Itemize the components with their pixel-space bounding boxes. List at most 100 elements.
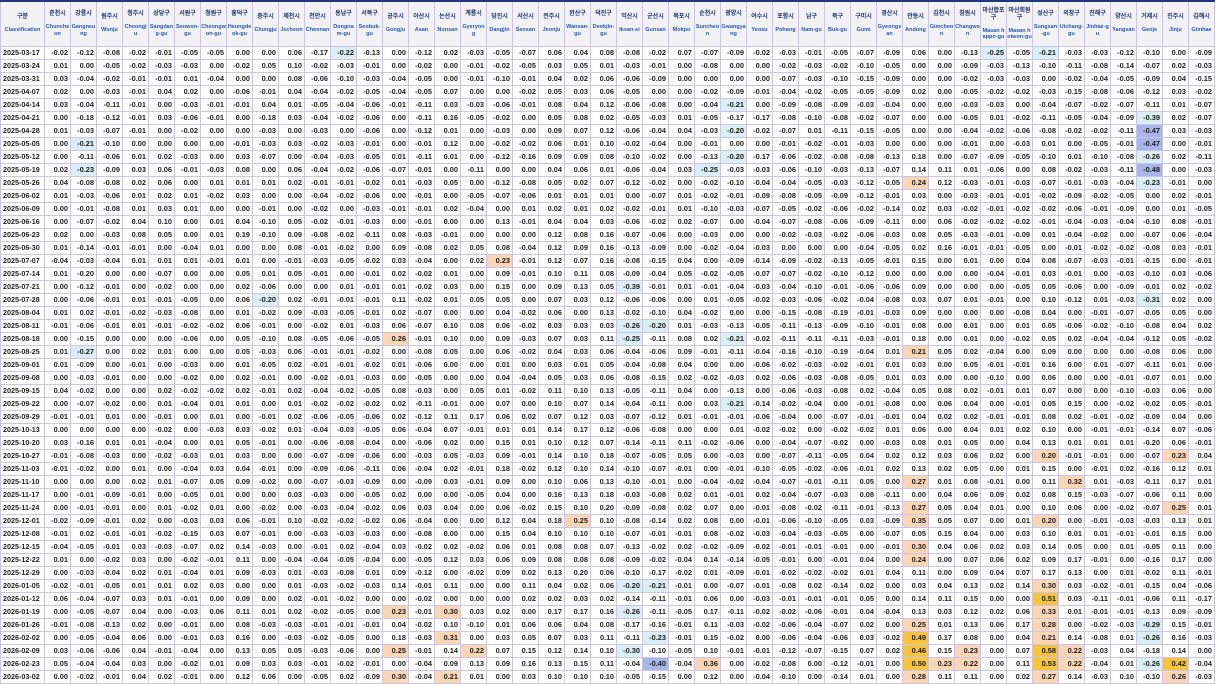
value-cell: -0.03	[304, 501, 331, 515]
row-date: 2026-01-12	[0, 592, 45, 606]
column-header-korean: 아산시	[413, 14, 430, 21]
value-cell: -0.05	[876, 176, 903, 190]
value-cell: 0.08	[590, 46, 617, 60]
value-cell: 0.07	[590, 176, 617, 190]
value-cell: -0.02	[798, 150, 825, 164]
value-cell: 0.01	[174, 254, 201, 268]
value-cell: -0.16	[1136, 553, 1163, 567]
value-cell: 0.00	[1058, 462, 1085, 476]
value-cell: 0.00	[226, 579, 253, 593]
column-header-korean: 계룡시	[465, 11, 482, 17]
value-cell: -0.09	[876, 72, 903, 86]
value-cell: 0.02	[668, 488, 695, 502]
value-cell: 0.00	[252, 592, 279, 606]
value-cell: -0.15	[850, 72, 877, 86]
value-cell: -0.12	[1110, 46, 1137, 60]
value-cell: 0.00	[980, 280, 1007, 294]
value-cell: -0.26	[1136, 657, 1163, 671]
value-cell: -0.02	[954, 215, 981, 229]
value-cell: 0.01	[980, 501, 1007, 515]
value-cell: 0.00	[668, 137, 695, 151]
column-header-english: Seowon-gu	[176, 24, 199, 37]
value-cell: -0.09	[980, 150, 1007, 164]
value-cell: 0.00	[460, 215, 487, 229]
value-cell: -0.02	[44, 514, 71, 528]
column-header-english: Yeosu	[751, 27, 768, 34]
value-cell: 0.00	[902, 124, 929, 138]
value-cell: -0.01	[850, 501, 877, 515]
value-cell: 0.02	[876, 449, 903, 463]
value-cell: 0.00	[252, 488, 279, 502]
value-cell: 0.00	[122, 423, 149, 437]
value-cell: -0.04	[642, 124, 669, 138]
value-cell: 0.01	[928, 618, 955, 632]
value-cell: -0.04	[1058, 228, 1085, 242]
value-cell: 0.21	[902, 345, 929, 359]
value-cell: 0.12	[226, 670, 253, 684]
value-cell: 0.02	[174, 579, 201, 593]
value-cell: 0.00	[746, 306, 773, 320]
value-cell: -0.02	[512, 462, 539, 476]
value-cell: -0.08	[1110, 150, 1137, 164]
value-cell: 0.00	[902, 137, 929, 151]
value-cell: -0.05	[356, 85, 383, 99]
value-cell: 0.00	[122, 397, 149, 411]
column-header-korean: 마산회원구	[1008, 7, 1031, 21]
value-cell: -0.01	[850, 306, 877, 320]
value-cell: -0.06	[720, 436, 747, 450]
value-cell: -0.08	[824, 384, 851, 398]
value-cell: -0.14	[1110, 59, 1137, 73]
value-cell: -0.08	[96, 46, 123, 60]
value-cell: 0.10	[1032, 423, 1059, 437]
value-cell: 0.17	[1032, 566, 1059, 580]
value-cell: -0.04	[850, 345, 877, 359]
value-cell: -0.06	[746, 358, 773, 372]
value-cell: 0.02	[668, 371, 695, 385]
value-cell: 0.03	[902, 358, 929, 372]
value-cell: 0.00	[824, 241, 851, 255]
value-cell: -0.05	[824, 527, 851, 541]
column-header-korean: 완산구	[569, 11, 586, 17]
value-cell: 0.01	[954, 332, 981, 346]
value-cell: 0.10	[564, 449, 591, 463]
value-cell: 0.01	[668, 410, 695, 424]
value-cell: 0.00	[1058, 137, 1085, 151]
value-cell: -0.04	[746, 345, 773, 359]
value-cell: 0.12	[434, 553, 461, 567]
value-cell: 0.00	[1110, 449, 1137, 463]
value-cell: 0.11	[538, 384, 565, 398]
value-cell: -0.08	[824, 111, 851, 125]
value-cell: -0.06	[1188, 579, 1215, 593]
value-cell: 0.00	[486, 579, 513, 593]
value-cell: -0.02	[174, 384, 201, 398]
value-cell: 0.00	[876, 475, 903, 489]
value-cell: -0.10	[798, 514, 825, 528]
value-cell: -0.04	[96, 657, 123, 671]
value-cell: 0.00	[980, 306, 1007, 320]
value-cell: -0.03	[1136, 384, 1163, 398]
value-cell: -0.04	[70, 72, 97, 86]
value-cell: 0.00	[928, 137, 955, 151]
value-cell: -0.02	[772, 228, 799, 242]
value-cell: -0.12	[850, 267, 877, 281]
column-header-english: Sungsan-gu	[1033, 24, 1058, 37]
value-cell: -0.01	[44, 527, 71, 541]
value-cell: 0.01	[278, 579, 305, 593]
value-cell: 0.00	[278, 436, 305, 450]
value-cell: 0.00	[1006, 475, 1033, 489]
value-cell: -0.04	[1084, 332, 1111, 346]
value-cell: 0.06	[538, 306, 565, 320]
value-cell: 0.09	[1032, 553, 1059, 567]
value-cell: 0.05	[278, 644, 305, 658]
value-cell: 0.07	[486, 397, 513, 411]
value-cell: 0.12	[538, 254, 565, 268]
value-cell: 0.00	[278, 540, 305, 554]
value-cell: -0.20	[252, 293, 279, 307]
value-cell: 0.00	[720, 514, 747, 528]
value-cell: 0.01	[44, 358, 71, 372]
value-cell: -0.09	[954, 59, 981, 73]
value-cell: 0.01	[174, 189, 201, 203]
value-cell: -0.01	[96, 670, 123, 684]
value-cell: 0.00	[382, 371, 409, 385]
value-cell: 0.00	[434, 215, 461, 229]
